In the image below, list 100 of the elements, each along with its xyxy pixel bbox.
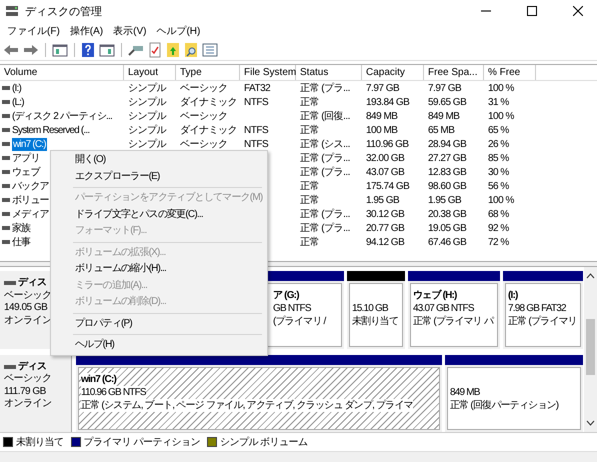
partition-block[interactable]: ウェブ (H:) 43.07 GB NTFS 正常 (プライマリ パ: [408, 271, 500, 348]
menu-item[interactable]: 操作(A): [64, 24, 108, 38]
legend-label: シンプル ボリューム: [220, 436, 308, 449]
table-cell[interactable]: (L:): [12, 96, 24, 108]
table-cell: 849 MB: [366, 110, 398, 122]
close-icon[interactable]: [573, 6, 583, 16]
connect-icon[interactable]: [128, 43, 144, 57]
table-cell: 30.12 GB: [366, 208, 404, 220]
menu-item[interactable]: ヘルプ(H): [151, 24, 206, 38]
disk-info-panel[interactable]: ディス ベーシック 111.79 GB オンライン: [0, 354, 72, 432]
table-cell[interactable]: 仕事: [12, 236, 30, 248]
disk-type: ベーシック: [4, 290, 52, 302]
partition-size: 110.96 GB NTFS: [81, 386, 146, 398]
scroll-up-icon[interactable]: [586, 273, 595, 279]
partition-name: win7 (C:): [81, 372, 116, 386]
table-cell: 正常 (プラ...: [300, 166, 350, 178]
table-cell: 7.97 GB: [428, 82, 462, 94]
scrollbar[interactable]: [584, 267, 597, 432]
table-cell: FAT32: [244, 82, 270, 94]
table-cell[interactable]: System Reserved (...: [12, 124, 90, 136]
table-cell: 正常 (プラ...: [300, 152, 350, 164]
table-cell[interactable]: 家族: [12, 222, 30, 234]
panel-icon[interactable]: [99, 43, 115, 57]
partition-block[interactable]: win7 (C:) 110.96 GB NTFS 正常 (システム, ブート, ページ ファイル, アクティブ, クラッシュ ダンプ, プライマ: [76, 354, 442, 432]
scroll-down-icon[interactable]: [586, 420, 595, 426]
scroll-thumb[interactable]: [586, 319, 595, 375]
column-header[interactable]: % Free: [484, 65, 536, 80]
table-cell: 56 %: [488, 180, 509, 192]
partition-status: (プライマリ /: [273, 315, 328, 328]
table-cell: シンプル: [128, 138, 166, 150]
table-cell: 正常: [300, 124, 319, 136]
column-header[interactable]: File System: [240, 65, 296, 80]
table-cell[interactable]: (ディスク 2 パーティシ...: [12, 110, 112, 122]
table-cell: ベーシック: [180, 138, 228, 150]
table-cell: 正常: [300, 180, 319, 192]
drive-icon: [4, 364, 16, 370]
disk-size: 149.05 GB: [4, 302, 48, 314]
column-header[interactable]: Free Spa...: [424, 65, 484, 80]
table-cell: 27.27 GB: [428, 152, 466, 164]
column-header[interactable]: Volume: [0, 65, 124, 80]
partition-name: (I:): [508, 289, 519, 302]
table-cell: ベーシック: [180, 82, 228, 94]
table-cell: 67.46 GB: [428, 236, 466, 248]
table-cell: 31 %: [488, 96, 509, 108]
table-cell: 1.95 GB: [366, 194, 400, 206]
table-cell: 26 %: [488, 138, 509, 150]
drive-icon: [4, 280, 16, 286]
context-menu-item[interactable]: 開く(O): [51, 152, 262, 168]
maximize-icon[interactable]: [527, 6, 537, 16]
up-folder-icon[interactable]: [166, 42, 180, 58]
help-icon[interactable]: [81, 42, 95, 58]
disk-status: オンライン: [4, 398, 52, 410]
partition-block[interactable]: 849 MB 正常 (回復パーティション): [445, 354, 583, 432]
table-cell[interactable]: アプリ: [12, 152, 40, 164]
column-header[interactable]: Capacity: [362, 65, 424, 80]
table-cell: 正常 (回復...: [300, 110, 350, 122]
search-folder-icon[interactable]: [184, 42, 198, 58]
table-cell: 20.38 GB: [428, 208, 466, 220]
panel-icon[interactable]: [52, 43, 68, 57]
column-header[interactable]: Status: [296, 65, 362, 80]
menu-item[interactable]: ファイル(F): [2, 24, 65, 38]
legend-label: 未割り当て: [16, 436, 64, 449]
table-cell: シンプル: [128, 96, 166, 108]
partition-size: 15.10 GB: [352, 302, 390, 315]
checklist-icon[interactable]: [148, 42, 162, 58]
context-menu-item[interactable]: エクスプローラー(E): [51, 168, 262, 185]
partition-size: 849 MB: [450, 386, 481, 398]
table-cell: NTFS: [244, 96, 268, 108]
back-icon[interactable]: [3, 43, 19, 57]
table-cell[interactable]: バックア: [12, 180, 49, 192]
table-cell[interactable]: メディア: [12, 208, 49, 220]
menu-item[interactable]: 表示(V): [108, 24, 152, 38]
table-cell: NTFS: [244, 138, 268, 150]
list-icon[interactable]: [202, 43, 218, 57]
forward-icon[interactable]: [23, 43, 39, 57]
table-cell[interactable]: win7 (C:): [12, 138, 47, 150]
table-cell: 20.77 GB: [366, 222, 404, 234]
partition-name: ウェブ (H:): [413, 289, 458, 302]
column-header[interactable]: Type: [176, 65, 240, 80]
partition-block[interactable]: 15.10 GB 未割り当て: [347, 271, 405, 348]
disk-type: ベーシック: [4, 373, 52, 386]
table-cell: シンプル: [128, 82, 166, 94]
table-cell: 12.83 GB: [428, 166, 466, 178]
table-cell[interactable]: (I:): [12, 82, 22, 94]
partition-block[interactable]: (I:) 7.98 GB FAT32 正常 (プライマリ: [503, 271, 583, 348]
table-cell[interactable]: ボリュー: [12, 194, 49, 206]
table-cell[interactable]: ウェブ: [12, 166, 40, 178]
app-icon: [5, 5, 19, 17]
column-header[interactable]: Layout: [124, 65, 176, 80]
table-cell: 1.95 GB: [428, 194, 462, 206]
disk-label: ディス: [18, 360, 46, 373]
context-menu-item[interactable]: ドライブ文字とパスの変更(C)...: [51, 206, 262, 223]
table-cell: 7.97 GB: [366, 82, 400, 94]
table-cell: 43.07 GB: [366, 166, 404, 178]
table-cell: シンプル: [128, 110, 166, 122]
table-cell: 正常: [300, 194, 319, 206]
table-cell: 98.60 GB: [428, 180, 466, 192]
table-cell: 175.74 GB: [366, 180, 410, 192]
table-cell: ダイナミック: [180, 124, 237, 136]
table-cell: 正常 (プラ...: [300, 208, 350, 220]
